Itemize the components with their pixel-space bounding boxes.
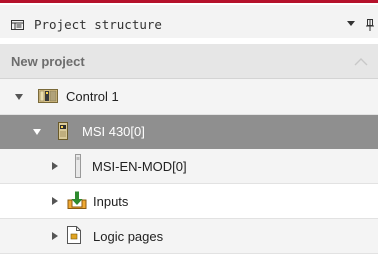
- pin-icon[interactable]: [366, 19, 374, 31]
- accent-line: [0, 0, 378, 3]
- expand-arrow-icon[interactable]: [52, 197, 58, 205]
- expand-arrow-icon[interactable]: [52, 232, 58, 240]
- tree-item-logic-pages[interactable]: Logic pages: [0, 219, 378, 254]
- panel-title: Project structure: [34, 17, 162, 32]
- tree-item-msi-430[interactable]: MSI 430[0]: [0, 115, 378, 149]
- expansion-module-icon: [75, 154, 81, 178]
- tree-item-label: Logic pages: [93, 229, 164, 244]
- expand-arrow-icon[interactable]: [15, 94, 23, 100]
- panel-icon: [11, 20, 24, 30]
- collapse-chevron-icon[interactable]: [354, 58, 368, 66]
- group-title: New project: [11, 54, 85, 69]
- tree-item-label: MSI 430[0]: [82, 124, 145, 139]
- tree-item-label: MSI-EN-MOD[0]: [92, 159, 187, 174]
- tree-item-label: Control 1: [66, 89, 119, 104]
- tree-item-inputs[interactable]: Inputs: [0, 184, 378, 219]
- expand-arrow-icon[interactable]: [52, 162, 58, 170]
- tree-item-msi-en-mod[interactable]: MSI-EN-MOD[0]: [0, 149, 378, 184]
- expand-arrow-icon[interactable]: [33, 129, 41, 135]
- panel-header: Project structure: [0, 5, 378, 38]
- inputs-icon: [67, 191, 87, 209]
- tree-item-label: Inputs: [93, 194, 129, 209]
- module-icon: [58, 122, 68, 140]
- tree-item-control-1[interactable]: Control 1: [0, 79, 378, 115]
- controller-icon: [38, 89, 58, 103]
- group-header-new-project[interactable]: New project: [0, 44, 378, 79]
- logic-page-icon: [67, 226, 81, 244]
- dropdown-arrow-icon[interactable]: [347, 21, 355, 27]
